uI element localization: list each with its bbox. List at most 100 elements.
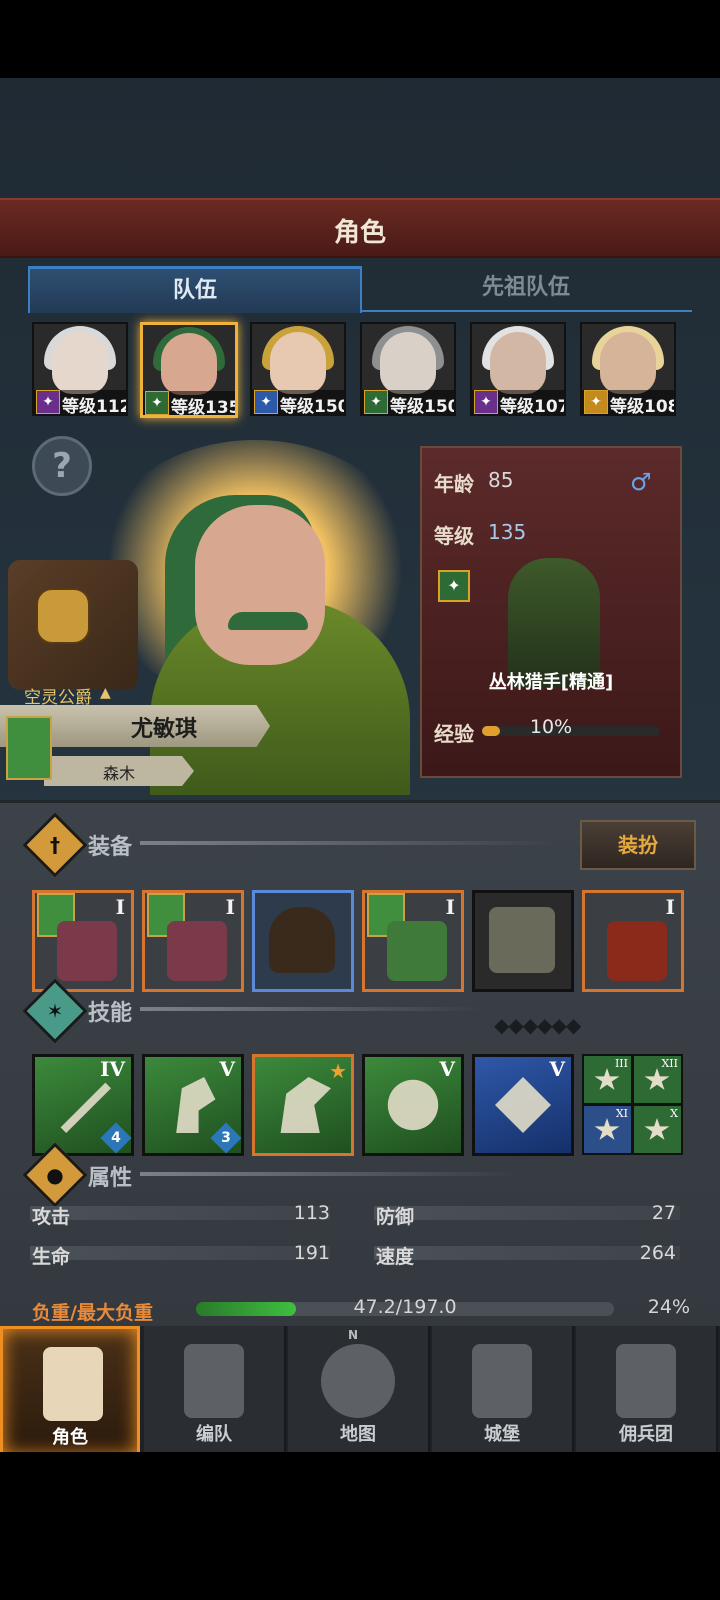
knight-icon xyxy=(43,1347,103,1421)
defense-value: 27 xyxy=(651,1202,676,1224)
armor-icon xyxy=(387,921,447,981)
castle-icon xyxy=(472,1344,532,1418)
class-icon: ✦ xyxy=(36,390,60,414)
nav-mercenary[interactable]: 佣兵团 xyxy=(576,1326,718,1452)
passive-skill-icon xyxy=(644,1118,670,1140)
forest-banner-icon xyxy=(6,716,52,780)
defense-label: 防御 xyxy=(376,1206,415,1228)
tab-team[interactable]: 队伍 xyxy=(28,266,362,313)
passive-skill-slot[interactable]: III xyxy=(582,1054,633,1105)
portrait-level: 等级150 xyxy=(280,397,346,416)
skill-level: IV xyxy=(100,1057,125,1081)
passive-skill-level: XII xyxy=(661,1057,678,1070)
class-icon: ✦ xyxy=(474,390,498,414)
speed-value: 264 xyxy=(639,1242,676,1264)
party-member-portrait[interactable]: ✦ 等级150 xyxy=(360,322,456,416)
page-title: 角色 xyxy=(333,218,386,248)
passive-skill-icon xyxy=(594,1068,620,1090)
party-member-portrait[interactable]: ✦ 等级108 xyxy=(580,322,676,416)
rank-crown-icon: ▲ xyxy=(100,685,111,701)
nav-character[interactable]: 角色 xyxy=(0,1326,140,1458)
passive-skill-icon xyxy=(594,1118,620,1140)
potion-pouch-icon[interactable] xyxy=(36,588,90,644)
passive-skill-level: XI xyxy=(615,1107,628,1120)
helmet-icon xyxy=(184,1344,244,1418)
dress-up-button[interactable]: 装扮 xyxy=(580,820,696,870)
skill-icon xyxy=(280,1077,331,1133)
party-member-portrait[interactable]: ✦ 等级150 xyxy=(250,322,346,416)
class-icon: ✦ xyxy=(584,390,608,414)
equipment-tier: I xyxy=(445,895,455,919)
load-value: 47.2/197.0 xyxy=(353,1296,457,1318)
equipment-slot-amulet[interactable]: I xyxy=(582,890,684,992)
skill-slot[interactable]: V xyxy=(472,1054,574,1156)
class-icon: ✦ xyxy=(145,391,169,415)
portrait-level-bar: ✦ 等级150 xyxy=(362,390,454,414)
portrait-face xyxy=(380,332,436,394)
portrait-level: 等级135 xyxy=(171,398,238,418)
passive-skill-level: III xyxy=(614,1057,628,1070)
skills-divider xyxy=(140,1007,480,1011)
passive-skill-slot[interactable]: XII xyxy=(632,1054,683,1105)
level-label: 等级 xyxy=(434,524,474,548)
hood-icon xyxy=(269,907,335,973)
nav-label: 城堡 xyxy=(484,1424,520,1445)
nav-label: 编队 xyxy=(196,1424,232,1445)
hero-origin-plate: 森木 xyxy=(44,756,194,786)
hero-info-card: 年龄 85 ♂ 等级 135 ✦ 丛林猎手[精通] 经验 10% xyxy=(420,446,682,778)
skill-slot[interactable]: V xyxy=(362,1054,464,1156)
skill-badge: 4 xyxy=(100,1122,132,1154)
skill-slot[interactable]: IV 4 xyxy=(32,1054,134,1156)
compass-map-icon xyxy=(321,1344,395,1418)
passive-skill-slot[interactable]: X xyxy=(632,1104,683,1155)
portrait-level-bar: ✦ 等级135 xyxy=(143,391,235,415)
portrait-face xyxy=(600,332,656,394)
party-member-portrait[interactable]: ✦ 等级112 xyxy=(32,322,128,416)
portrait-level: 等级150 xyxy=(390,397,456,416)
nav-map[interactable]: 地图 xyxy=(288,1326,430,1452)
title-bar: 角色 xyxy=(0,198,720,258)
portrait-level-bar: ✦ 等级108 xyxy=(582,390,674,414)
equipment-slot-bow[interactable]: I xyxy=(32,890,134,992)
load-label: 负重/最大负重 xyxy=(32,1302,153,1324)
nav-label: 佣兵团 xyxy=(619,1424,673,1445)
party-member-portrait[interactable]: ✦ 等级135 xyxy=(140,322,238,418)
skill-icon xyxy=(176,1077,216,1133)
class-icon: ✦ xyxy=(254,390,278,414)
help-button[interactable]: ? xyxy=(32,436,92,496)
tab-ancestor-team[interactable]: 先祖队伍 xyxy=(360,266,692,312)
nav-castle[interactable]: 城堡 xyxy=(432,1326,574,1452)
skill-slot[interactable]: V3 xyxy=(142,1054,244,1156)
class-bow-icon: ✦ xyxy=(438,570,470,602)
bow-icon xyxy=(57,921,117,981)
passive-skill-slot[interactable]: XI xyxy=(582,1104,633,1155)
age-value: 85 xyxy=(488,468,514,492)
nav-formation[interactable]: 编队 xyxy=(144,1326,286,1452)
equipment-slot-boots[interactable] xyxy=(472,890,574,992)
skill-badge: 3 xyxy=(210,1122,242,1154)
equipment-slot-bow[interactable]: I xyxy=(142,890,244,992)
equipment-title: 装备 xyxy=(88,835,133,860)
skill-level: V xyxy=(219,1057,235,1081)
skill-icon xyxy=(387,1079,439,1131)
skill-icon xyxy=(60,1082,111,1133)
party-member-portrait[interactable]: ✦ 等级107 xyxy=(470,322,566,416)
skill-slot[interactable]: ★ xyxy=(252,1054,354,1156)
nav-label: 角色 xyxy=(52,1427,88,1448)
portrait-face xyxy=(490,332,546,394)
skill-level: V xyxy=(439,1057,455,1081)
equipment-tier: I xyxy=(225,895,235,919)
attack-label: 攻击 xyxy=(32,1206,71,1228)
equipment-slot-armor[interactable]: I xyxy=(362,890,464,992)
equipment-slot-hood[interactable] xyxy=(252,890,354,992)
passive-skill-level: X xyxy=(670,1107,678,1120)
banner-icon xyxy=(616,1344,676,1418)
passive-skill-icon xyxy=(644,1068,670,1090)
portrait-level-bar: ✦ 等级112 xyxy=(34,390,126,414)
skill-badge-count: 4 xyxy=(111,1130,121,1146)
portrait-level: 等级108 xyxy=(610,397,676,416)
life-label: 生命 xyxy=(32,1246,71,1268)
portrait-level: 等级112 xyxy=(62,397,128,416)
boots-icon xyxy=(489,907,555,973)
life-value: 191 xyxy=(293,1242,330,1264)
